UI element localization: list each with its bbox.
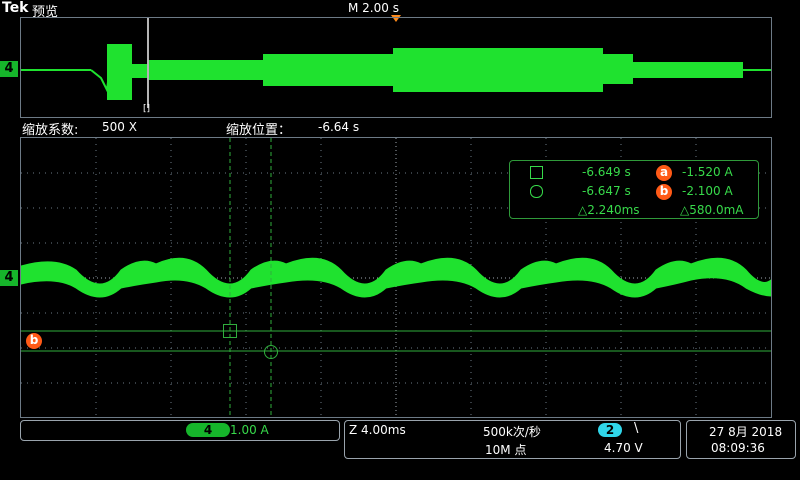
channel-4-scale: 1.00 A [230, 423, 269, 437]
cursor-a-badge: a [656, 165, 672, 181]
cursor-readout-panel[interactable]: -6.649 s a -1.520 A -6.647 s b -2.100 A … [509, 160, 759, 219]
cursor-b-badge: b [656, 184, 672, 200]
zoom-time-scale: Z 4.00ms [349, 423, 406, 437]
zoom-position-label: 缩放位置： [226, 123, 292, 138]
delta-value: △580.0mA [680, 203, 744, 217]
acquisition-status-panel[interactable]: Z 4.00ms 500k次/秒 10M 点 2 \ 4.70 V [344, 420, 681, 459]
cursor-a-square-handle[interactable] [223, 324, 237, 338]
delta-time: △2.240ms [578, 203, 640, 217]
cursor-a-value: -1.520 A [682, 165, 733, 179]
cursor-b-value: -2.100 A [682, 184, 733, 198]
sample-rate: 500k次/秒 [483, 425, 541, 439]
timebase-readout: M 2.00 s [348, 1, 399, 15]
zoom-bracket[interactable]: [] [143, 104, 150, 114]
datetime-panel[interactable]: 27 8月 2018 08:09:36 [686, 420, 796, 459]
brand-logo: Tek [2, 0, 29, 16]
zoom-waveform-window[interactable]: -6.649 s a -1.520 A -6.647 s b -2.100 A … [20, 137, 772, 418]
zoom-factor-label: 缩放系数: [22, 123, 79, 138]
overview-channel-4-marker[interactable]: 4 [0, 61, 18, 77]
cursor-b-time: -6.647 s [582, 184, 631, 198]
record-length: 10M 点 [485, 443, 527, 457]
cursor-b-circle-icon [530, 185, 543, 198]
cursor-a-time: -6.649 s [582, 165, 631, 179]
cursor-b-level-marker[interactable]: b [26, 333, 42, 349]
trigger-slope-icon: \ [634, 421, 639, 436]
overview-window[interactable]: [] [20, 17, 772, 118]
time-readout: 08:09:36 [711, 441, 765, 455]
zoom-factor-value: 500 X [102, 120, 137, 134]
cursor-b-circle-handle[interactable] [264, 345, 278, 359]
trigger-level: 4.70 V [604, 441, 643, 455]
zoom-position-value: -6.64 s [318, 120, 360, 134]
overview-trace [21, 18, 771, 108]
trigger-channel-badge[interactable]: 2 [598, 423, 622, 437]
date-readout: 27 8月 2018 [709, 425, 783, 439]
main-channel-4-marker[interactable]: 4 [0, 270, 18, 286]
cursor-a-square-icon [530, 166, 543, 179]
channel-status-panel[interactable]: 4 1.00 A [20, 420, 340, 441]
channel-4-badge[interactable]: 4 [186, 423, 230, 437]
